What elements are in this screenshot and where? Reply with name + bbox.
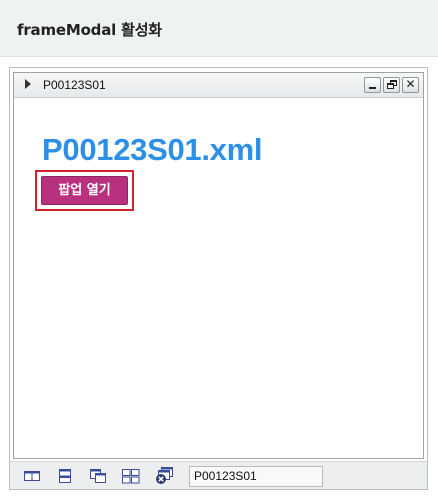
mdi-frame: P00123S01 ✕ P00123S01.xml 팝업 열기 P00123S0… [9,67,428,490]
window-body: P00123S01.xml 팝업 열기 [14,99,423,458]
window-titlebar[interactable]: P00123S01 ✕ [14,73,423,98]
close-all-icon[interactable] [155,467,175,485]
mdi-window: P00123S01 ✕ P00123S01.xml 팝업 열기 [13,72,424,459]
expand-arrow-icon[interactable] [25,79,31,89]
active-window-tab[interactable]: P00123S01 [189,466,323,487]
restore-button[interactable] [383,77,400,93]
tile-vertical-icon[interactable] [24,469,40,483]
page-header: frameModal 활성화 [0,0,438,57]
page-title: frameModal 활성화 [17,21,162,39]
window-controls: ✕ [364,77,419,93]
close-icon: ✕ [405,77,416,91]
xml-file-heading: P00123S01.xml [42,132,263,167]
tile-horizontal-icon[interactable] [58,469,72,484]
tile-grid-icon[interactable] [122,469,140,484]
open-popup-button[interactable]: 팝업 열기 [41,176,128,205]
minimize-button[interactable] [364,77,381,93]
cascade-icon[interactable] [90,469,106,484]
popup-button-highlight: 팝업 열기 [35,170,134,211]
minimize-icon [369,87,376,89]
close-button[interactable]: ✕ [402,77,419,93]
window-taskbar: P00123S01 [10,461,427,489]
window-title: P00123S01 [43,78,106,92]
